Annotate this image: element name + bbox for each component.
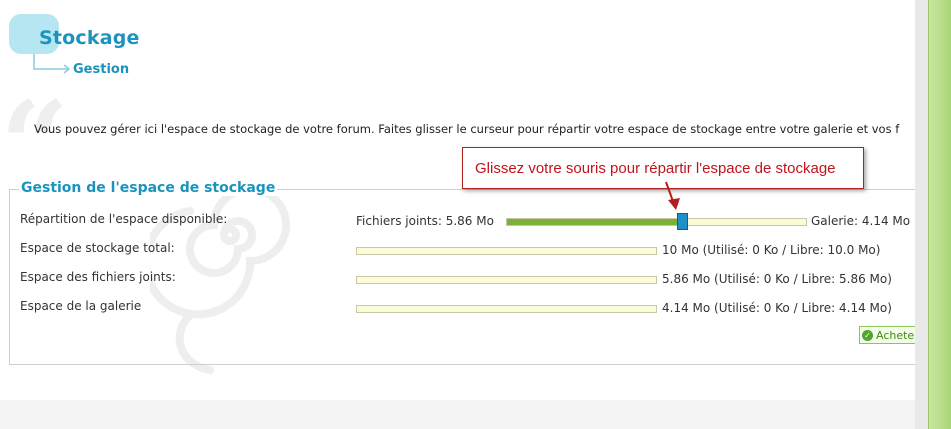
row-label-total: Espace de stockage total: (20, 241, 175, 255)
gallery-value: Galerie: 4.14 Mo (811, 214, 911, 228)
total-storage-value: 10 Mo (Utilisé: 0 Ko / Libre: 10.0 Mo) (662, 243, 881, 257)
gallery-storage-value: 4.14 Mo (Utilisé: 0 Ko / Libre: 4.14 Mo) (662, 301, 892, 315)
buy-button[interactable]: ✓ Acheter (859, 326, 915, 344)
row-label-distribution: Répartition de l'espace disponible: (20, 212, 228, 226)
check-circle-icon: ✓ (862, 329, 873, 341)
storage-slider[interactable] (506, 218, 807, 226)
page-subtitle: Gestion (73, 62, 130, 77)
breadcrumb-connector (33, 54, 71, 74)
slider-fill (507, 219, 683, 225)
intro-text: Vous pouvez gérer ici l'espace de stocka… (34, 122, 900, 136)
total-storage-bar (356, 247, 657, 255)
tooltip-text: Glissez votre souris pour répartir l'esp… (475, 160, 836, 177)
row-label-gallery: Espace de la galerie (20, 299, 142, 313)
row-label-attachments: Espace des fichiers joints: (20, 270, 176, 284)
attachments-storage-bar (356, 276, 657, 284)
attachments-storage-value: 5.86 Mo (Utilisé: 0 Ko / Libre: 5.86 Mo) (662, 272, 892, 286)
buy-button-label: Acheter (876, 328, 915, 342)
page-content: “ Stockage Gestion Vous pouvez gérer ici… (0, 0, 915, 400)
tooltip-arrow-icon (665, 181, 680, 210)
panel-title: Gestion de l'espace de stockage (19, 180, 278, 196)
side-decoration (928, 0, 951, 429)
scroll-gutter (915, 0, 928, 429)
attachments-value: Fichiers joints: 5.86 Mo (356, 214, 494, 228)
slider-handle[interactable] (677, 213, 689, 230)
gallery-storage-bar (356, 305, 657, 313)
page-title: Stockage (39, 27, 140, 49)
